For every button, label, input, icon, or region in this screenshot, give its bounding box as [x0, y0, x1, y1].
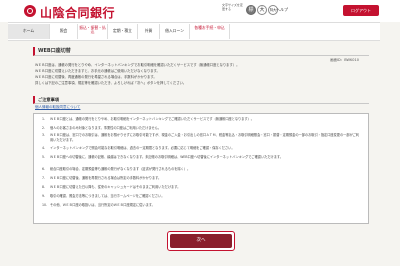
note-item: 10. その他、ＷＥＢ口座の取扱いは、当行所定のＷＥＢ口座規定に従います。	[42, 203, 362, 208]
bank-name: 山陰合同銀行	[40, 6, 116, 20]
note-text: ＷＥＢ口座への切替後に、通帳の記帳、繰越はできなくなります。未記帳のお取引明細は…	[50, 155, 283, 159]
note-item: 7. ＷＥＢ口座に切替後、通帳を再発行される場合は所定の手数料がかかります。	[42, 176, 362, 181]
note-text: インターネットバンキングで照会可能なお取引明細は、過去の一定期間となります。必要…	[50, 146, 235, 150]
nav-item-transfer[interactable]: 振込・振替・払込	[78, 24, 108, 39]
note-number: 5.	[42, 155, 46, 159]
note-text: その他、ＷＥＢ口座の取扱いは、当行所定のＷＥＢ口座規定に従います。	[50, 203, 155, 207]
note-text: ＷＥＢ口座に切替後、通帳を再発行される場合は所定の手数料がかかります。	[50, 176, 162, 180]
font-size-large-button[interactable]: 大	[257, 5, 267, 15]
note-item: 6. 総合口座取引の場合、定期預金等も通帳の発行がなくなります（証書が発行される…	[42, 167, 362, 172]
help-link[interactable]: ヘルプ	[276, 7, 288, 13]
global-nav: ホーム 照会 振込・振替・払込 定期・積立 外貨 借入ローン 各種お手続・申込	[8, 22, 380, 41]
intro-line: 詳しくは下記のご注意事項、規定等を確認いただき、よろしければ「次へ」ボタンを押し…	[35, 81, 187, 85]
note-text: ＷＥＢ口座は、窓口でのお取引は、通帳をお預かりせずにお取引可能ですが、現金のご入…	[50, 133, 360, 142]
note-number: 7.	[42, 176, 46, 180]
intro-text: ＷＥＢ口座は、通帳の発行をとりやめ、インターネットバンキングでお取引明細を確認い…	[35, 62, 365, 86]
nav-item-inquiry[interactable]: 照会	[50, 24, 78, 39]
nav-item-foreign[interactable]: 外貨	[138, 24, 160, 39]
page: 山陰合同銀行 文字サイズを変更する 標 大 特大 ヘルプ ログアウト ホーム 照…	[0, 0, 400, 266]
note-item: 5. ＷＥＢ口座への切替後に、通帳の記帳、繰越はできなくなります。未記帳のお取引…	[42, 155, 362, 160]
note-number: 10.	[42, 203, 48, 207]
note-number: 9.	[42, 194, 46, 198]
note-number: 8.	[42, 185, 46, 189]
note-item: 8. ＷＥＢ口座に切替えた日以降も、従来のキャッシュカードはそのままご利用いただ…	[42, 185, 362, 190]
note-item: 3. ＷＥＢ口座は、窓口でのお取引は、通帳をお預かりせずにお取引可能ですが、現金…	[42, 133, 362, 142]
notes-box[interactable]: 1. ＷＥＢ口座とは、通帳の発行をとりやめ、お取引明細をインターネットバンキング…	[33, 113, 369, 224]
bank-logo-icon	[24, 5, 36, 17]
page-title: WEB口座切替	[38, 48, 71, 54]
page-title-bar: WEB口座切替	[33, 47, 369, 56]
nav-item-home[interactable]: ホーム	[8, 24, 50, 39]
note-text: 個人のお客さまのみ対象となります。事業性の口座はご利用いただけません。	[50, 126, 162, 130]
nav-item-savings[interactable]: 定期・積立	[108, 24, 138, 39]
header: 山陰合同銀行 文字サイズを変更する 標 大 特大 ヘルプ ログアウト	[0, 0, 400, 22]
note-number: 1.	[42, 117, 46, 121]
note-text: ＷＥＢ口座とは、通帳の発行をとりやめ、お取引明細をインターネットバンキングでご確…	[50, 117, 254, 121]
font-size-standard-button[interactable]: 標	[246, 5, 256, 15]
note-text: 取引の確認、照会方法等につきましては、当行ホームページをご確認ください。	[50, 194, 165, 198]
note-text: ＷＥＢ口座に切替えた日以降も、従来のキャッシュカードはそのままご利用いただけます…	[50, 185, 181, 189]
note-item: 9. 取引の確認、照会方法等につきましては、当行ホームページをご確認ください。	[42, 194, 362, 199]
note-item: 1. ＷＥＢ口座とは、通帳の発行をとりやめ、お取引明細をインターネットバンキング…	[42, 117, 362, 122]
note-item: 2. 個人のお客さまのみ対象となります。事業性の口座はご利用いただけません。	[42, 126, 362, 131]
next-button[interactable]: 次へ	[170, 234, 232, 248]
next-button-frame: 次へ	[167, 231, 235, 251]
privacy-consent-link[interactable]: 個人情報の取扱同意について	[35, 105, 80, 110]
note-number: 3.	[42, 133, 46, 137]
note-number: 6.	[42, 167, 46, 171]
logout-button[interactable]: ログアウト	[343, 5, 379, 16]
notes-heading: ご注意事項	[33, 96, 369, 104]
nav-item-procedures[interactable]: 各種お手続・申込	[190, 24, 230, 39]
note-item: 4. インターネットバンキングで照会可能なお取引明細は、過去の一定期間となります…	[42, 146, 362, 151]
font-size-label: 文字サイズを変更する	[222, 3, 243, 11]
note-number: 2.	[42, 126, 46, 130]
note-number: 4.	[42, 146, 46, 150]
note-text: 総合口座取引の場合、定期預金等も通帳の発行がなくなります（証書が発行されるものを…	[50, 167, 191, 171]
nav-item-loan[interactable]: 借入ローン	[160, 24, 190, 39]
